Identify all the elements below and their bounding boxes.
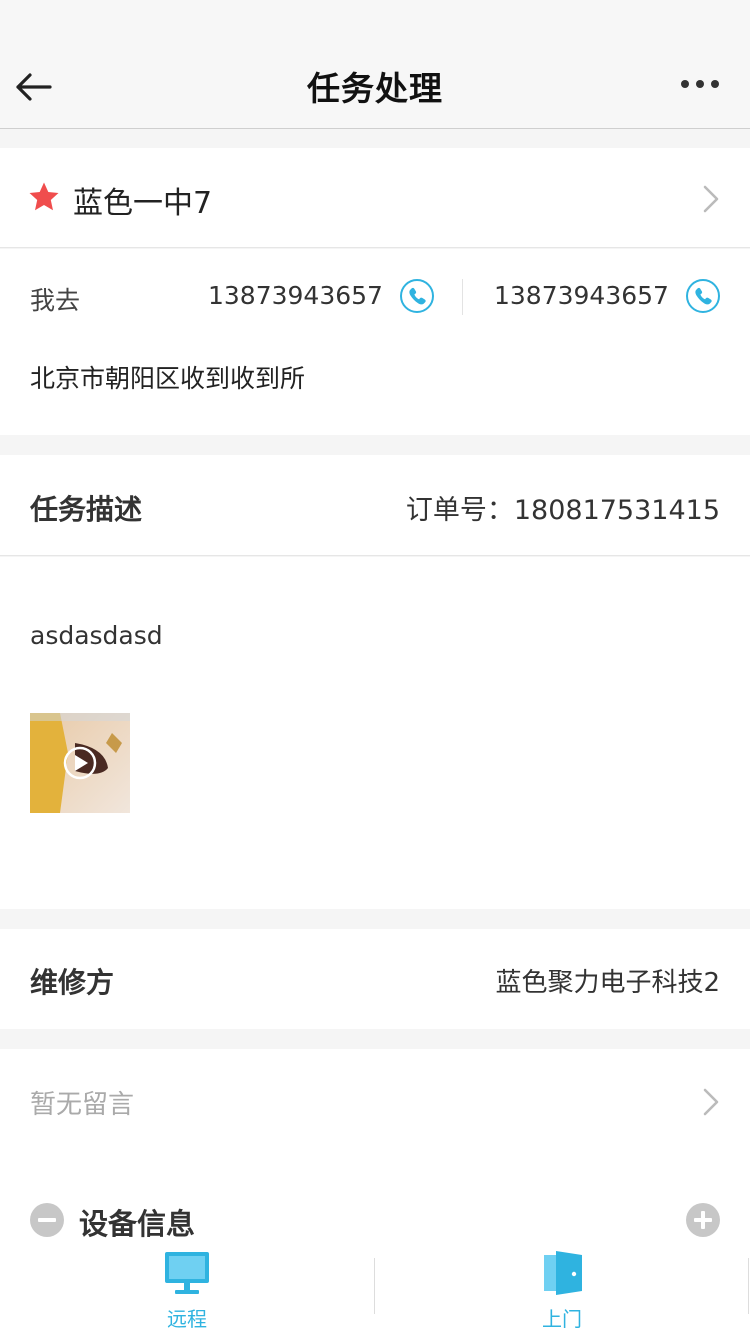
device-info-label: 设备信息 <box>79 1207 196 1241</box>
phone-call-icon[interactable] <box>399 278 435 314</box>
order-number-value: 180817531415 <box>513 495 720 526</box>
divider <box>462 279 463 315</box>
star-icon <box>29 182 59 211</box>
messages-section: 暂无留言 设备信息 <box>0 1049 750 1249</box>
phone-number-2: 13873943657 <box>494 281 669 310</box>
order-number-label: 订单号： <box>405 495 514 526</box>
task-description-header: 任务描述 订单号：180817531415 <box>0 455 750 556</box>
chevron-right-icon[interactable] <box>702 1087 720 1117</box>
customer-row[interactable]: 蓝色一中7 <box>0 148 750 248</box>
contact-name: 我去 <box>30 286 81 315</box>
no-messages-text[interactable]: 暂无留言 <box>30 1084 134 1121</box>
navigation-bar: 任务处理 <box>0 0 750 129</box>
task-description-label: 任务描述 <box>30 493 143 526</box>
repair-party-value: 蓝色聚力电子科技2 <box>495 968 720 998</box>
video-thumbnail-image <box>30 713 130 813</box>
bottom-tab-bar: 远程 上门 <box>0 1240 750 1334</box>
task-description-text: asdasdasd <box>30 621 163 650</box>
chevron-right-icon <box>703 185 719 213</box>
repair-party-label: 维修方 <box>30 966 115 999</box>
phone-number-1: 13873943657 <box>208 281 383 310</box>
tab-remote-label: 远程 <box>167 1307 207 1331</box>
customer-name: 蓝色一中7 <box>73 186 213 221</box>
tab-onsite[interactable]: 上门 <box>375 1240 749 1334</box>
door-icon <box>544 1251 582 1295</box>
repair-party-row: 维修方 蓝色聚力电子科技2 <box>0 929 750 1029</box>
tab-divider <box>748 1258 749 1314</box>
tab-onsite-label: 上门 <box>542 1307 582 1331</box>
video-thumbnail[interactable] <box>30 713 130 813</box>
task-description-body: asdasdasd <box>0 557 750 909</box>
contact-section: 我去 13873943657 13873943657 北京市朝阳区收到收到所 <box>0 249 750 435</box>
order-number: 订单号：180817531415 <box>406 488 720 527</box>
address: 北京市朝阳区收到收到所 <box>30 364 306 393</box>
more-icon[interactable] <box>680 74 720 94</box>
collapse-icon[interactable] <box>30 1203 64 1237</box>
page-title: 任务处理 <box>307 69 443 108</box>
tab-remote[interactable]: 远程 <box>0 1240 374 1334</box>
phone-call-icon[interactable] <box>685 278 721 314</box>
monitor-icon <box>165 1252 209 1294</box>
add-icon[interactable] <box>686 1203 720 1237</box>
